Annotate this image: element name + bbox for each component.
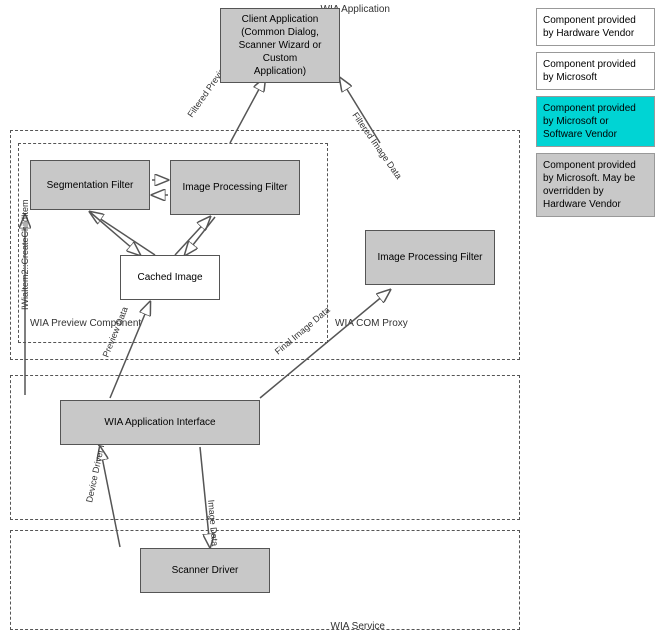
legend-hw-override-label: Component provided by Microsoft. May be … xyxy=(543,160,636,210)
legend-panel: Component provided by Hardware Vendor Co… xyxy=(530,0,661,640)
legend-ms-sw-vendor-label: Component provided by Microsoft or Softw… xyxy=(543,103,636,140)
legend-hw-vendor-label: Component provided by Hardware Vendor xyxy=(543,15,636,39)
client-app-box: Client Application(Common Dialog,Scanner… xyxy=(220,8,340,83)
image-processing-filter-left-label: Image Processing Filter xyxy=(182,181,287,194)
segmentation-filter-box: Segmentation Filter xyxy=(30,160,150,210)
scanner-driver-box: Scanner Driver xyxy=(140,548,270,593)
client-app-label: Client Application(Common Dialog,Scanner… xyxy=(225,13,335,78)
wia-app-area-box xyxy=(10,375,520,520)
segmentation-filter-label: Segmentation Filter xyxy=(47,179,134,192)
image-processing-filter-right-box: Image Processing Filter xyxy=(365,230,495,285)
wia-app-interface-box: WIA Application Interface xyxy=(60,400,260,445)
wia-app-interface-label: WIA Application Interface xyxy=(104,416,215,429)
image-processing-filter-left-box: Image Processing Filter xyxy=(170,160,300,215)
scanner-driver-label: Scanner Driver xyxy=(172,564,239,577)
cached-image-label: Cached Image xyxy=(137,271,202,284)
legend-microsoft-label: Component provided by Microsoft xyxy=(543,59,636,83)
legend-ms-sw-vendor: Component provided by Microsoft or Softw… xyxy=(536,96,655,147)
image-processing-filter-right-label: Image Processing Filter xyxy=(377,251,482,264)
legend-microsoft: Component provided by Microsoft xyxy=(536,52,655,90)
legend-hw-override: Component provided by Microsoft. May be … xyxy=(536,153,655,217)
cached-image-box: Cached Image xyxy=(120,255,220,300)
legend-hw-vendor: Component provided by Hardware Vendor xyxy=(536,8,655,46)
